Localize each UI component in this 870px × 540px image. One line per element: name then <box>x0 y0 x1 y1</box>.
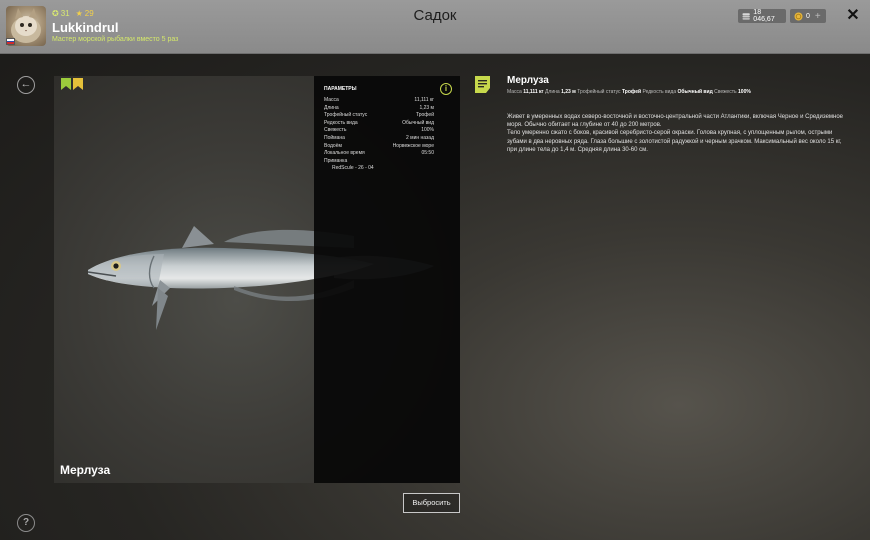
param-row: Свежесть 100% <box>324 127 434 134</box>
fish-name: Мерлуза <box>60 463 111 477</box>
add-gold-button[interactable]: + <box>815 11 821 22</box>
arrow-left-icon: ← <box>20 78 32 90</box>
trophy-bookmark-icon <box>73 78 83 90</box>
param-row: Поймана 2 мин назад <box>324 134 434 141</box>
fish-preview-panel: Мерлуза ПАРАМЕТРЫ Масса 11,111 кг Длина 1,… <box>54 76 460 483</box>
description-paragraph: Живет в умеренных водах северо-восточной… <box>507 114 844 129</box>
close-button[interactable]: ✕ <box>845 8 861 24</box>
param-row-bait: Приманка <box>324 157 348 164</box>
description-paragraph: Тело умеренно сжато с боков, красивой се… <box>507 130 842 153</box>
description-title: Мерлуза <box>507 75 549 86</box>
silver-balance[interactable]: 18 046,67 <box>738 9 786 23</box>
gold-balance[interactable]: 0 + <box>790 9 826 23</box>
player-subtitle: Мастер морской рыбалки вместо 5 раз <box>52 36 179 43</box>
param-row: Водоём Норвежское море <box>324 142 434 149</box>
param-row: Редкость вида Обычный вид <box>324 119 434 126</box>
document-icon <box>475 76 490 93</box>
discard-button[interactable]: Выбросить <box>403 493 460 513</box>
help-button[interactable]: ? <box>17 514 35 532</box>
parameters-title: ПАРАМЕТРЫ <box>324 86 357 92</box>
top-bar: ✪ 31 ★ 29 Lukkindrul Мастер морской рыба… <box>0 0 870 54</box>
country-flag <box>6 38 15 45</box>
description-meta: Масса 11,111 кг Длина 1,23 м Трофейный с… <box>507 89 751 95</box>
info-icon[interactable]: i <box>440 83 452 95</box>
param-row: Локальное время 05:50 <box>324 150 434 157</box>
bait-value: RedScule - 26 - 04 <box>332 165 374 172</box>
param-row: Масса 11,111 кг <box>324 97 434 103</box>
param-row: Трофейный статус Трофей <box>324 112 434 119</box>
description-text: Живет в умеренных водах северо-восточной… <box>507 113 847 154</box>
back-button[interactable]: ← <box>17 76 35 94</box>
parameters-panel: ПАРАМЕТРЫ Масса 11,111 кг Длина 1,23 м Тро… <box>314 76 460 483</box>
gold-coin-icon <box>794 12 803 20</box>
coin-stack-icon <box>742 13 750 20</box>
green-bookmark-icon <box>61 78 71 90</box>
fish-badges <box>61 78 83 90</box>
question-icon: ? <box>22 517 30 528</box>
